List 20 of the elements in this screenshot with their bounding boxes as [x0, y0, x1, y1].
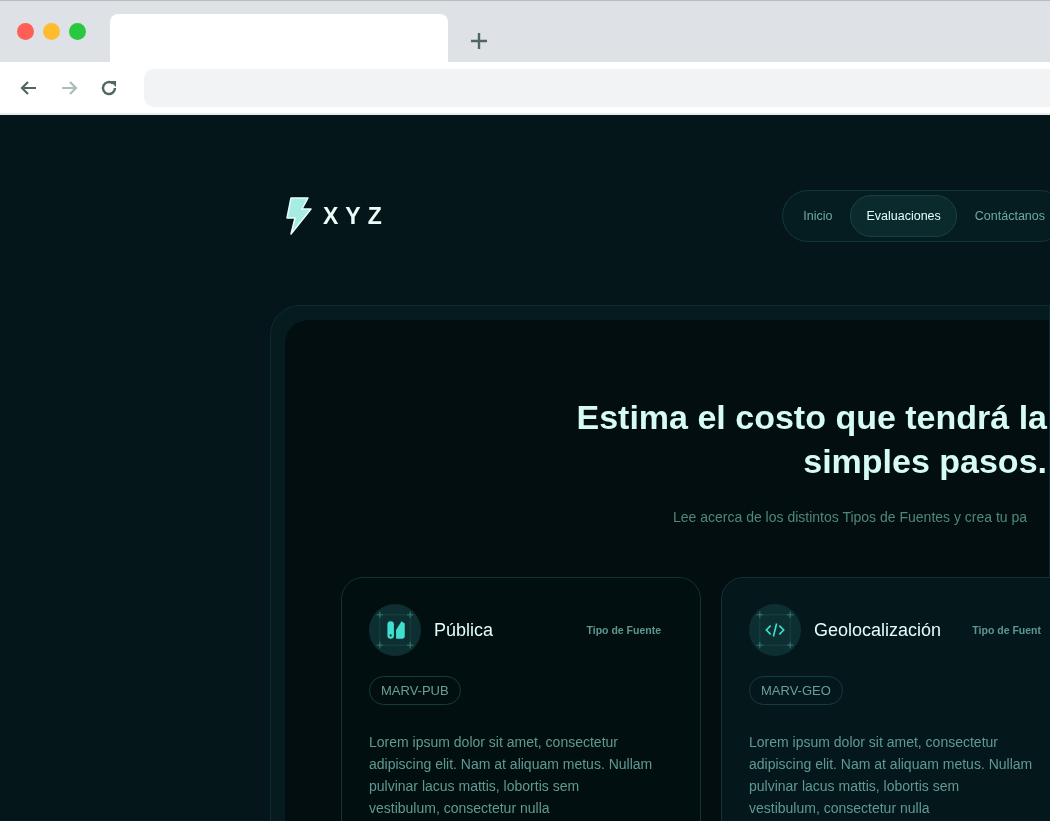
card-type-label: Tipo de Fuent: [972, 624, 1041, 636]
maximize-dot[interactable]: [69, 23, 86, 40]
card-type-label: Tipo de Fuente: [586, 624, 661, 636]
logo-text: XYZ: [323, 202, 389, 230]
lightning-icon: [285, 197, 313, 235]
card-description: Lorem ipsum dolor sit amet, consectetur adipiscing elit. Nam at aliquam metus. Nullam pulvinar lacus mattis, lobortis sem vestibulum, consectetur nulla: [369, 733, 654, 818]
card-title: Geolocalización: [814, 619, 942, 641]
nav-link[interactable]: Contáctanos: [958, 195, 1050, 237]
close-dot[interactable]: [17, 23, 34, 40]
hero-subtitle: Lee acerca de los distintos Tipos de Fuentes y crea tu pa: [673, 509, 1029, 525]
code-icon: [749, 604, 801, 656]
nav-link[interactable]: Evaluaciones: [850, 195, 957, 237]
minimize-dot[interactable]: [43, 23, 60, 40]
hero-title: Estima el costo que tendrá la simples pasos.: [575, 397, 1047, 482]
document-icon: [369, 604, 421, 656]
card-description: Lorem ipsum dolor sit amet, consectetur adipiscing elit. Nam at aliquam metus. Nullam pulvinar lacus mattis, lobortis sem vestibulum, consectetur nulla: [749, 733, 1034, 818]
card-title: Pública: [434, 619, 494, 641]
browser-tab[interactable]: [110, 14, 448, 62]
nav-link[interactable]: Inicio: [787, 195, 849, 237]
new-tab-icon[interactable]: [470, 32, 488, 50]
